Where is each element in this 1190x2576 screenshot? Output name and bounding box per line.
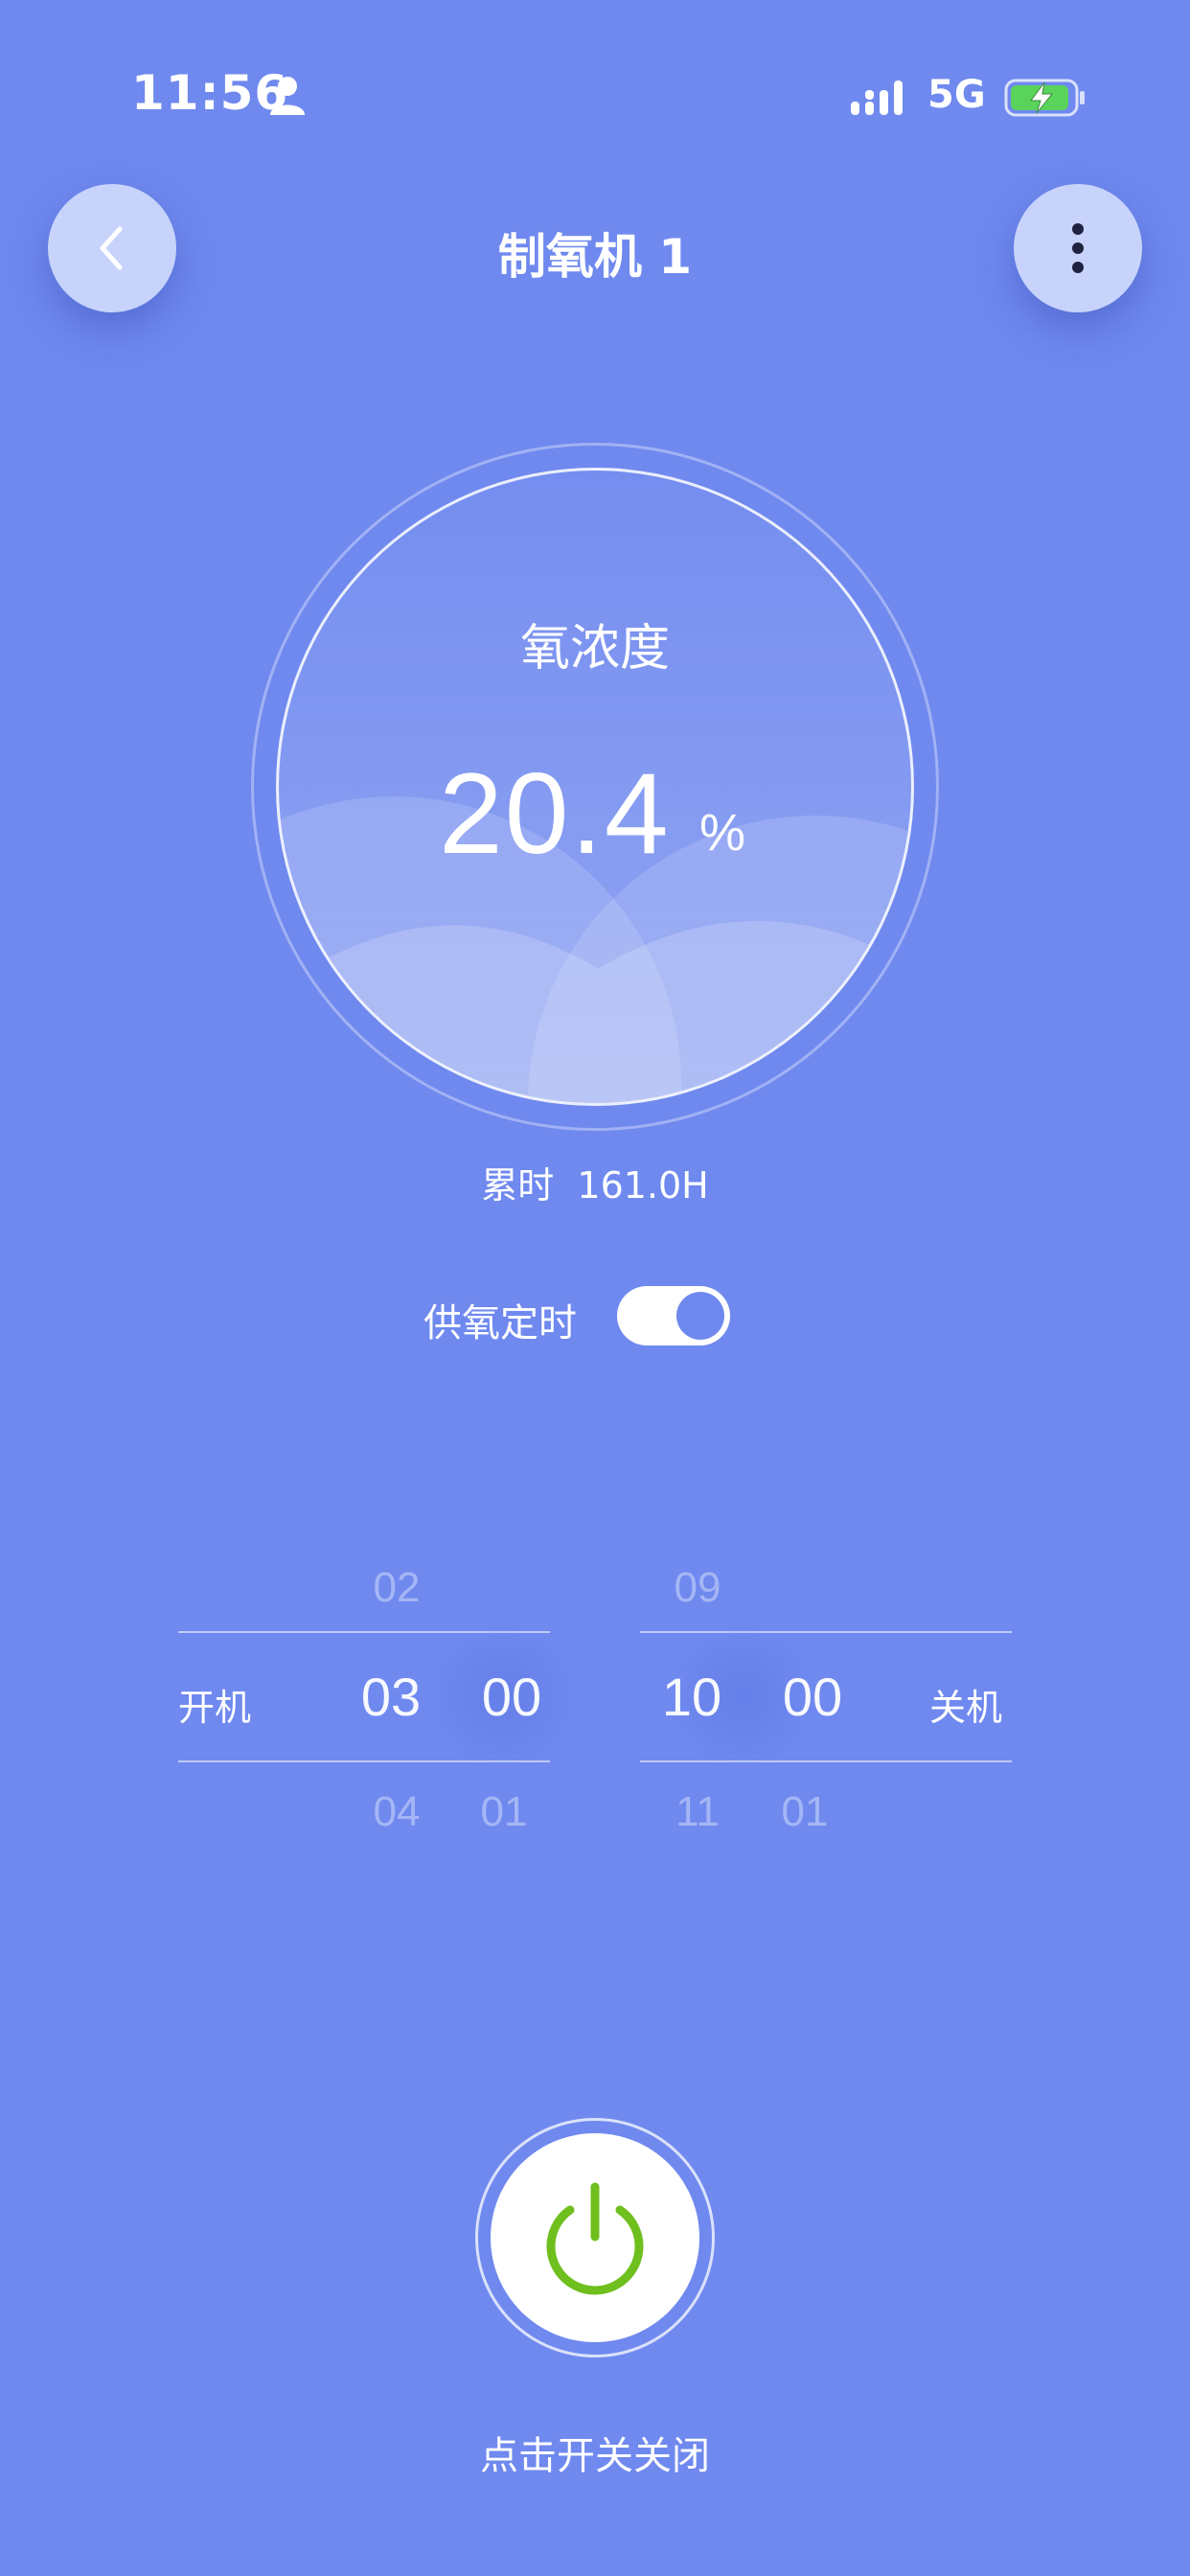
on-hour-next[interactable]: 04 bbox=[349, 1788, 445, 1836]
off-picker-bottom-line bbox=[640, 1760, 1012, 1762]
status-time: 11:56 bbox=[131, 65, 289, 121]
power-button[interactable] bbox=[491, 2133, 699, 2342]
page-title: 制氧机 1 bbox=[497, 229, 693, 285]
off-minute-selected[interactable]: 00 bbox=[765, 1666, 860, 1728]
off-picker-top-line bbox=[640, 1631, 1012, 1633]
toggle-knob bbox=[676, 1292, 724, 1340]
signal-bars-icon bbox=[851, 80, 903, 115]
timer-label: 供氧定时 bbox=[423, 1301, 577, 1346]
more-vertical-icon bbox=[1072, 223, 1084, 273]
total-runtime: 累时 161.0H bbox=[481, 1164, 709, 1207]
oxygen-concentration-unit: % bbox=[699, 804, 746, 862]
timer-toggle[interactable] bbox=[617, 1286, 730, 1346]
oxygen-concentration-value: 20.4 bbox=[439, 749, 671, 878]
off-hour-prev[interactable]: 09 bbox=[650, 1564, 745, 1612]
off-minute-next[interactable]: 01 bbox=[757, 1788, 853, 1836]
battery-charging-icon bbox=[1004, 79, 1085, 117]
gauge-label: 氧浓度 bbox=[519, 620, 670, 678]
on-hour-prev[interactable]: 02 bbox=[349, 1564, 445, 1612]
off-picker-label: 关机 bbox=[929, 1687, 1003, 1729]
more-options-button[interactable] bbox=[1014, 184, 1142, 312]
on-hour-selected[interactable]: 03 bbox=[343, 1666, 439, 1728]
on-minute-selected[interactable]: 00 bbox=[464, 1666, 560, 1728]
on-minute-next[interactable]: 01 bbox=[456, 1788, 552, 1836]
network-type: 5G bbox=[927, 73, 986, 117]
person-icon bbox=[270, 77, 305, 115]
off-hour-selected[interactable]: 10 bbox=[644, 1666, 740, 1728]
power-hint: 点击开关关闭 bbox=[480, 2434, 710, 2478]
off-hour-next[interactable]: 11 bbox=[650, 1788, 745, 1836]
on-picker-label: 开机 bbox=[178, 1687, 252, 1729]
power-icon bbox=[546, 2182, 644, 2295]
